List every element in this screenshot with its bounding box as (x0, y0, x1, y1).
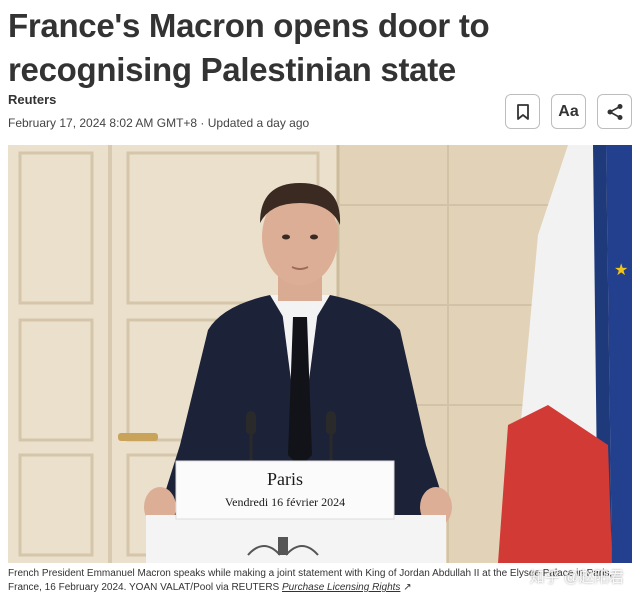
text-size-label: Aa (558, 102, 579, 120)
headline-line-2: recognising Palestinian state (8, 51, 456, 88)
licensing-link[interactable]: Purchase Licensing Rights (282, 582, 400, 593)
article-headline: France's Macron opens door to recognisin… (8, 4, 608, 92)
dateline: February 17, 2024 8:02 AM GMT+8 · Update… (8, 116, 310, 130)
lectern-date: Vendredi 16 février 2024 (225, 495, 345, 509)
lectern-title: Paris (267, 469, 303, 489)
bookmark-button[interactable] (505, 94, 540, 129)
share-button[interactable] (597, 94, 632, 129)
article-photo[interactable]: ★ Paris Vendredi 16 février 2024 (8, 145, 632, 563)
share-icon (606, 103, 624, 121)
text-size-button[interactable]: Aa (551, 94, 586, 129)
bookmark-icon (516, 103, 530, 120)
byline[interactable]: Reuters (8, 92, 56, 107)
external-link-icon[interactable]: ↗ (403, 582, 411, 593)
article-toolbar: Aa (505, 94, 632, 129)
watermark: 知乎 @赵阳君 (529, 569, 624, 586)
svg-text:★: ★ (614, 262, 628, 279)
headline-line-1: France's Macron opens door to (8, 7, 490, 44)
